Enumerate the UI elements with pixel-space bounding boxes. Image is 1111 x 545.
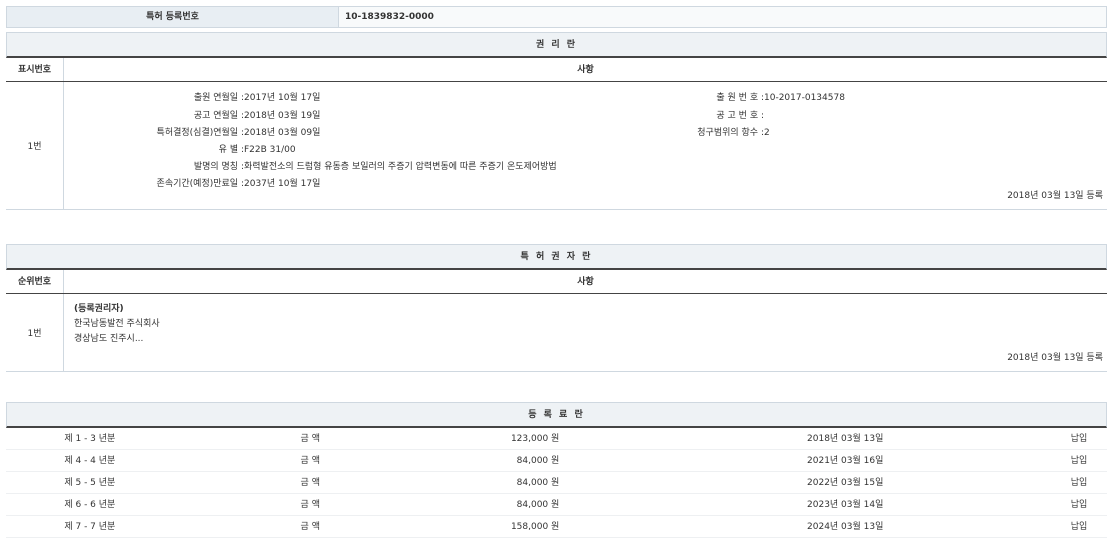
fee-status: 납입	[1051, 516, 1107, 537]
registration-number-label: 특허 등록번호	[7, 7, 339, 27]
fee-amount-label: 금 액	[264, 494, 357, 515]
field-publication-date: 공고 연월일 : 2018년 03월 19일	[124, 108, 320, 121]
field-classification: 유 별 : F22B 31/00	[124, 142, 296, 155]
holder-role: (등록권리자)	[74, 302, 1097, 317]
fee-amount: 84,000 원	[457, 494, 559, 515]
fee-paid-date: 2021년 03월 16일	[789, 450, 901, 471]
fee-years: 제 5 - 5 년분	[6, 472, 174, 493]
fee-row: 제 4 - 4 년분 금 액 84,000 원 2021년 03월 16일 납입	[6, 450, 1107, 472]
fee-years: 제 7 - 7 년분	[6, 516, 174, 537]
fee-amount: 158,000 원	[457, 516, 559, 537]
field-application-date: 출원 연월일 : 2017년 10월 17일	[124, 90, 320, 103]
rights-table-header: 표시번호 사항	[6, 58, 1107, 82]
registration-number-row: 특허 등록번호 10-1839832-0000	[6, 6, 1107, 28]
fee-table: 제 1 - 3 년분 금 액 123,000 원 2018년 03월 13일 납…	[6, 428, 1107, 538]
fee-paid-date: 2024년 03월 13일	[789, 516, 901, 537]
fee-paid-date: 2018년 03월 13일	[789, 428, 901, 449]
field-claims-count: 청구범위의 항수 : 2	[644, 125, 770, 138]
rights-registration-date: 2018년 03월 13일 등록	[1007, 188, 1103, 201]
fee-amount-label: 금 액	[264, 428, 357, 449]
col-details: 사항	[64, 58, 1107, 81]
fee-years: 제 6 - 6 년분	[6, 494, 174, 515]
holder-section-title: 특 허 권 자 란	[6, 244, 1107, 270]
field-invention-title: 발명의 명칭 : 화력발전소의 드럼형 유동층 보일러의 주증기 압력변동에 따…	[124, 159, 557, 172]
fee-amount: 84,000 원	[457, 450, 559, 471]
field-application-number: 출 원 번 호 : 10-2017-0134578	[644, 90, 845, 103]
rights-details: 출원 연월일 : 2017년 10월 17일 공고 연월일 : 2018년 03…	[64, 82, 1107, 209]
field-decision-date: 특허결정(심결)연월일 : 2018년 03월 09일	[124, 125, 320, 138]
fee-years: 제 1 - 3 년분	[6, 428, 174, 449]
col-details: 사항	[64, 270, 1107, 293]
fee-status: 납입	[1051, 450, 1107, 471]
fee-amount: 84,000 원	[457, 472, 559, 493]
col-display-number: 표시번호	[6, 58, 64, 81]
fee-status: 납입	[1051, 472, 1107, 493]
fee-status: 납입	[1051, 428, 1107, 449]
field-expiry-date: 존속기간(예정)만료일 : 2037년 10월 17일	[124, 176, 320, 189]
fee-paid-date: 2023년 03월 14일	[789, 494, 901, 515]
fee-row: 제 1 - 3 년분 금 액 123,000 원 2018년 03월 13일 납…	[6, 428, 1107, 450]
row-number: 1번	[6, 82, 64, 209]
registration-number-value: 10-1839832-0000	[339, 7, 1106, 27]
holder-registration-date: 2018년 03월 13일 등록	[1007, 350, 1103, 363]
rights-table-row: 1번 출원 연월일 : 2017년 10월 17일 공고 연월일 : 2018년…	[6, 82, 1107, 210]
fee-row: 제 5 - 5 년분 금 액 84,000 원 2022년 03월 15일 납입	[6, 472, 1107, 494]
rights-section-title: 권 리 란	[6, 32, 1107, 58]
holder-name: 한국남동발전 주식회사	[74, 317, 1097, 332]
holder-section: 특 허 권 자 란 순위번호 사항 1번 (등록권리자) 한국남동발전 주식회사…	[6, 244, 1107, 372]
fee-row: 제 7 - 7 년분 금 액 158,000 원 2024년 03월 13일 납…	[6, 516, 1107, 538]
holder-address: 경상남도 진주시...	[74, 332, 1097, 347]
fee-amount: 123,000 원	[457, 428, 559, 449]
field-publication-number: 공 고 번 호 :	[644, 108, 764, 121]
fee-section-title: 등 록 료 란	[6, 402, 1107, 428]
holder-table-header: 순위번호 사항	[6, 270, 1107, 294]
fee-amount-label: 금 액	[264, 450, 357, 471]
fee-section: 등 록 료 란 제 1 - 3 년분 금 액 123,000 원 2018년 0…	[6, 402, 1107, 538]
rights-section: 권 리 란 표시번호 사항 1번 출원 연월일 : 2017년 10월 17일 …	[6, 32, 1107, 210]
col-rank-number: 순위번호	[6, 270, 64, 293]
fee-status: 납입	[1051, 494, 1107, 515]
row-number: 1번	[6, 294, 64, 371]
fee-paid-date: 2022년 03월 15일	[789, 472, 901, 493]
fee-years: 제 4 - 4 년분	[6, 450, 174, 471]
fee-row: 제 6 - 6 년분 금 액 84,000 원 2023년 03월 14일 납입	[6, 494, 1107, 516]
fee-amount-label: 금 액	[264, 472, 357, 493]
holder-details: (등록권리자) 한국남동발전 주식회사 경상남도 진주시... 2018년 03…	[64, 294, 1107, 371]
fee-amount-label: 금 액	[264, 516, 357, 537]
holder-table-row: 1번 (등록권리자) 한국남동발전 주식회사 경상남도 진주시... 2018년…	[6, 294, 1107, 372]
